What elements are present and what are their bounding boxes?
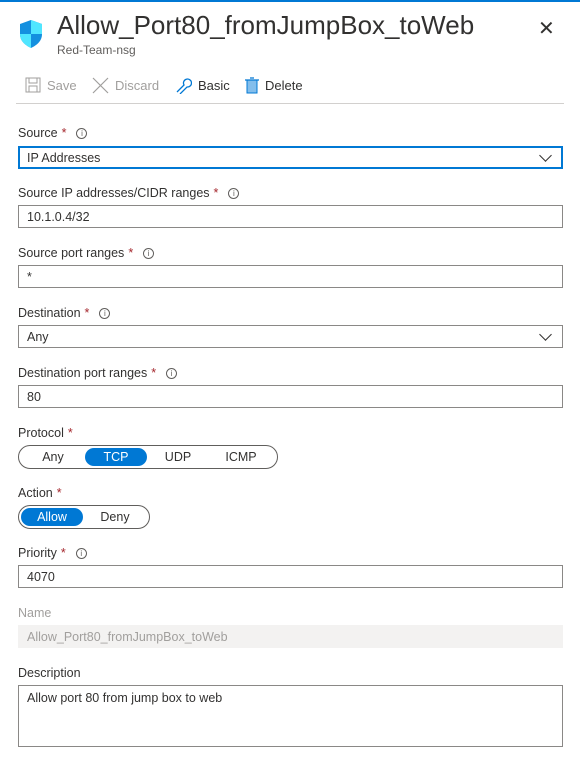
priority-input[interactable]: 4070 — [18, 565, 563, 588]
protocol-udp[interactable]: UDP — [147, 448, 209, 466]
basic-button[interactable]: Basic — [175, 77, 230, 94]
info-icon[interactable]: i — [75, 547, 87, 559]
description-textarea[interactable]: Allow port 80 from jump box to web — [18, 685, 563, 747]
dest-port-label: Destination port ranges * i — [18, 366, 178, 380]
name-label: Name — [18, 606, 52, 620]
info-icon[interactable]: i — [228, 187, 240, 199]
chevron-down-icon — [539, 148, 552, 162]
destination-dropdown[interactable]: Any — [18, 325, 563, 348]
save-label: Save — [47, 77, 77, 93]
dest-port-input[interactable]: 80 — [18, 385, 563, 408]
info-icon[interactable]: i — [166, 367, 178, 379]
protocol-toggle: Any TCP UDP ICMP — [18, 445, 278, 469]
action-deny[interactable]: Deny — [83, 508, 147, 526]
close-icon[interactable]: ✕ — [538, 16, 555, 41]
chevron-down-icon — [539, 327, 552, 341]
wrench-icon — [176, 78, 192, 94]
delete-button[interactable]: Delete — [245, 77, 303, 94]
protocol-label: Protocol * — [18, 426, 73, 440]
shield-icon — [20, 20, 42, 48]
info-icon[interactable]: i — [99, 307, 111, 319]
name-input: Allow_Port80_fromJumpBox_toWeb — [18, 625, 563, 648]
source-ip-label: Source IP addresses/CIDR ranges * i — [18, 186, 240, 200]
page-title: Allow_Port80_fromJumpBox_toWeb — [57, 10, 475, 40]
discard-button[interactable]: Discard — [92, 77, 159, 94]
priority-label: Priority * i — [18, 546, 87, 560]
source-port-label: Source port ranges * i — [18, 246, 155, 260]
protocol-any[interactable]: Any — [21, 448, 85, 466]
trash-icon — [245, 77, 259, 94]
action-label: Action * — [18, 486, 62, 500]
delete-label: Delete — [265, 78, 303, 93]
save-button[interactable]: Save — [25, 77, 77, 93]
discard-icon — [92, 77, 109, 94]
destination-label: Destination * i — [18, 306, 111, 320]
source-ip-input[interactable]: 10.1.0.4/32 — [18, 205, 563, 228]
save-icon — [25, 77, 41, 93]
toolbar-divider — [16, 103, 564, 104]
page-subtitle: Red-Team-nsg — [57, 43, 136, 57]
description-label: Description — [18, 666, 81, 680]
protocol-icmp[interactable]: ICMP — [209, 448, 273, 466]
protocol-tcp[interactable]: TCP — [85, 448, 147, 466]
info-icon[interactable]: i — [143, 247, 155, 259]
source-port-input[interactable]: * — [18, 265, 563, 288]
source-dropdown[interactable]: IP Addresses — [18, 146, 563, 169]
discard-label: Discard — [115, 78, 160, 93]
action-toggle: Allow Deny — [18, 505, 150, 529]
basic-label: Basic — [198, 78, 230, 93]
action-allow[interactable]: Allow — [21, 508, 83, 526]
info-icon[interactable]: i — [76, 127, 88, 139]
source-label: Source * i — [18, 126, 88, 140]
